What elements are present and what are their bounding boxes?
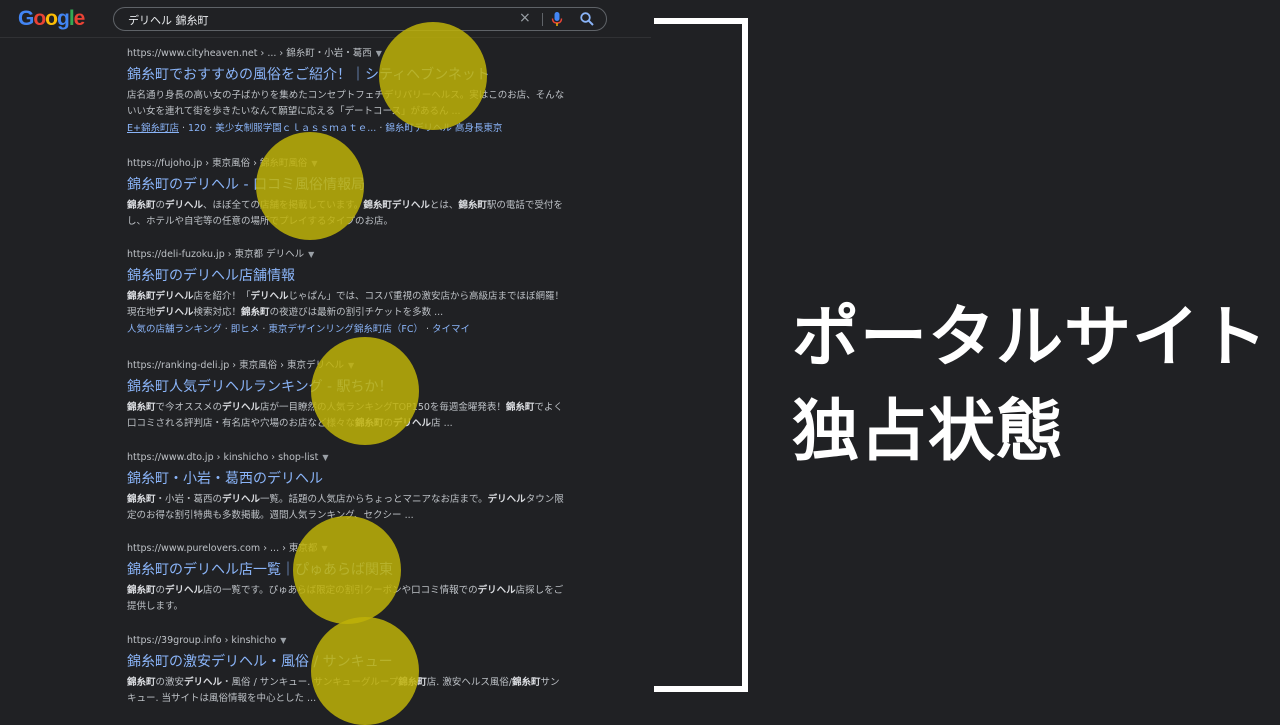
logo-letter: G <box>18 7 34 30</box>
sitelink[interactable]: 120 <box>188 123 206 134</box>
result-snippet: 錦糸町のデリヘル店の一覧です。ぴゅあらば限定の割引クーポンや口コミ情報でのデリヘ… <box>127 585 564 612</box>
result-title-link[interactable]: 錦糸町・小岩・葛西のデリヘル <box>127 469 567 489</box>
result-snippet: 錦糸町のデリヘル、ほぼ全ての店舗を掲載しています。錦糸町デリヘルとは、錦糸町駅の… <box>127 200 563 227</box>
chevron-down-icon[interactable]: ▼ <box>322 453 328 462</box>
result-url[interactable]: https://ranking-deli.jp › 東京風俗 › 東京デリヘル ▼ <box>127 359 567 373</box>
result-sitelinks: E+錦糸町店 · 120 · 美少女制服学園ｃｌａｓｓｍａｔｅ... · 錦糸町… <box>127 123 503 134</box>
result-snippet: 店名通り身長の高い女の子ばかりを集めたコンセプトフェチデリバリーヘルス。実はこの… <box>127 90 565 117</box>
result-title-link[interactable]: 錦糸町のデリヘル店一覧｜ぴゅあらば関東 <box>127 560 567 580</box>
annotation-line-2: 独占状態 <box>792 392 1064 470</box>
chevron-down-icon[interactable]: ▼ <box>348 361 354 370</box>
search-result: https://www.purelovers.com › ... › 東京都 ▼ 錦… <box>127 542 567 615</box>
result-snippet: 錦糸町デリヘル店を紹介！「デリヘルじゃぱん」では、コスパ重視の激安店から高級店ま… <box>127 291 565 318</box>
search-result: https://www.dto.jp › kinshicho › shop-li… <box>127 451 567 524</box>
search-result: https://deli-fuzoku.jp › 東京都 デリヘル ▼ 錦糸町のデリ… <box>127 248 567 337</box>
google-logo[interactable]: Google <box>18 7 86 31</box>
close-icon[interactable]: × <box>519 10 531 26</box>
chevron-down-icon[interactable]: ▼ <box>321 544 327 553</box>
result-snippet: 錦糸町で今オススメのデリヘル店が一目瞭然の人気ランキングTOP150を毎週金曜発… <box>127 402 563 429</box>
result-title-link[interactable]: 錦糸町人気デリヘルランキング - 駅ちか！ <box>127 377 567 397</box>
result-snippet: 錦糸町・小岩・葛西のデリヘル一覧。話題の人気店からちょっとマニアなお店まで。デリ… <box>127 494 564 521</box>
search-input[interactable]: デリヘル 錦糸町 × <box>113 7 607 31</box>
sitelink[interactable]: 人気の店舗ランキング <box>127 324 222 335</box>
search-query-text[interactable]: デリヘル 錦糸町 <box>128 12 209 28</box>
result-url[interactable]: https://deli-fuzoku.jp › 東京都 デリヘル ▼ <box>127 248 567 262</box>
search-results: https://www.cityheaven.net › ... › 錦糸町・小… <box>0 38 650 720</box>
logo-letter: g <box>57 7 70 30</box>
result-sitelinks: 人気の店舗ランキング · 即ヒメ · 東京デザインリング錦糸町店（FC） · タ… <box>127 324 471 335</box>
result-url[interactable]: https://fujoho.jp › 東京風俗 › 錦糸町風俗 ▼ <box>127 157 567 171</box>
result-title-link[interactable]: 錦糸町のデリヘル店舗情報 <box>127 266 567 286</box>
result-title-link[interactable]: 錦糸町のデリヘル - 口コミ風俗情報局 <box>127 175 567 195</box>
search-icon[interactable] <box>579 11 595 31</box>
logo-letter: o <box>45 7 58 30</box>
sitelink[interactable]: 東京デザインリング錦糸町店（FC） <box>268 324 423 335</box>
result-url[interactable]: https://www.dto.jp › kinshicho › shop-li… <box>127 451 567 465</box>
chevron-down-icon[interactable]: ▼ <box>376 49 382 58</box>
bracket-annotation <box>654 18 748 692</box>
chevron-down-icon[interactable]: ▼ <box>311 159 317 168</box>
logo-letter: o <box>33 7 46 30</box>
sitelink[interactable]: 美少女制服学園ｃｌａｓｓｍａｔｅ... <box>215 123 376 134</box>
sitelink[interactable]: タイマイ <box>432 324 470 335</box>
result-snippet: 錦糸町の激安デリヘル・風俗 / サンキュー. サンキューグループ錦糸町店. 激安… <box>127 677 560 704</box>
search-result: https://fujoho.jp › 東京風俗 › 錦糸町風俗 ▼ 錦糸町のデリヘ… <box>127 157 567 230</box>
result-title-link[interactable]: 錦糸町でおすすめの風俗をご紹介！｜シティヘブンネット <box>127 65 567 85</box>
mic-icon[interactable] <box>551 11 563 31</box>
sitelink[interactable]: 即ヒメ <box>231 324 260 335</box>
annotation-text: ポータルサイト 独占状態 <box>792 290 1268 478</box>
sitelink[interactable]: 錦糸町デリヘル 高身長東京 <box>385 123 502 134</box>
search-result: https://ranking-deli.jp › 東京風俗 › 東京デリヘル ▼… <box>127 359 567 432</box>
logo-letter: e <box>73 7 86 30</box>
result-url[interactable]: https://www.cityheaven.net › ... › 錦糸町・小… <box>127 47 567 61</box>
result-url[interactable]: https://39group.info › kinshicho ▼ <box>127 634 567 648</box>
sitelink[interactable]: E+錦糸町店 <box>127 123 179 134</box>
chevron-down-icon[interactable]: ▼ <box>308 250 314 259</box>
search-result: https://www.cityheaven.net › ... › 錦糸町・小… <box>127 47 567 136</box>
result-url[interactable]: https://www.purelovers.com › ... › 東京都 ▼ <box>127 542 567 556</box>
result-title-link[interactable]: 錦糸町の激安デリヘル・風俗 / サンキュー <box>127 652 567 672</box>
annotation-line-1: ポータルサイト <box>792 298 1268 376</box>
search-result: https://39group.info › kinshicho ▼ 錦糸町の激安デ… <box>127 634 567 707</box>
search-divider <box>542 13 543 26</box>
chevron-down-icon[interactable]: ▼ <box>280 636 286 645</box>
